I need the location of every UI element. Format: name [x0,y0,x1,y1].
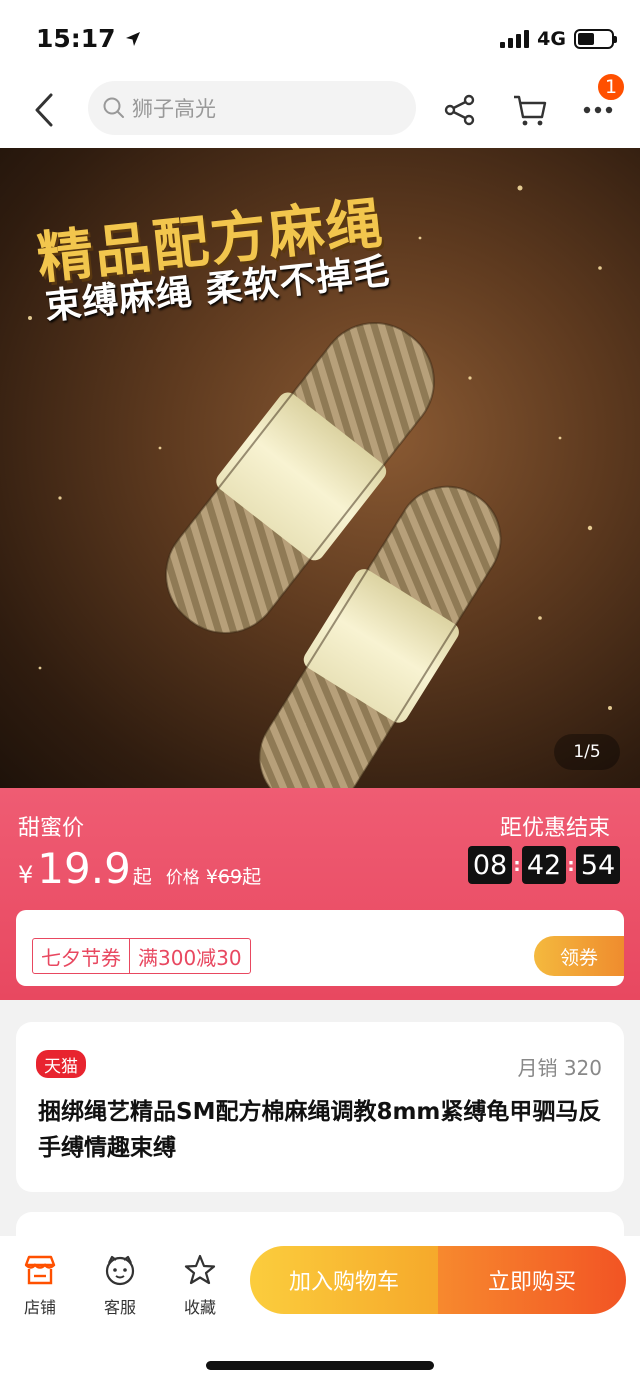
more-button[interactable]: 1 [578,72,626,130]
price-label: 甜蜜价 [18,816,85,841]
notification-badge: 1 [596,72,626,102]
tmall-badge: 天猫 [36,1050,86,1078]
buy-now-button[interactable]: 立即购买 [438,1246,626,1314]
countdown-minutes: 42 [522,846,566,884]
search-placeholder: 狮子高光 [132,97,216,121]
search-input[interactable]: 狮子高光 [88,81,416,135]
favorite-tab[interactable]: 收藏 [169,1252,231,1318]
back-icon [35,93,53,127]
signal-icon [500,30,530,48]
search-icon [103,97,124,118]
star-icon [182,1252,218,1288]
countdown-timer: 08 : 42 : 54 [468,846,620,884]
coupon-rule: 满300减30 [138,945,242,970]
price-row: ¥ 19.9 起 价格 ¥69起 [18,844,262,893]
product-image-carousel[interactable]: 精品配方麻绳 束缚麻绳 柔软不掉毛 1/5 [0,148,640,788]
claim-coupon-button[interactable]: 领券 [534,936,624,976]
price-panel: 甜蜜价 ¥ 19.9 起 价格 ¥69起 距优惠结束 08 : 42 : 54 … [0,788,640,1000]
countdown-hours: 08 [468,846,512,884]
battery-icon [574,29,617,49]
status-time: 15:17 [36,24,142,53]
current-price: 19.9 [37,844,131,893]
original-price: ¥69起 [205,866,262,888]
share-button[interactable] [440,90,480,130]
coupon-name: 七夕节券 [41,945,121,970]
customer-service-tab[interactable]: 客服 [89,1252,151,1318]
more-icon [583,106,613,114]
coupon-tag[interactable]: 七夕节券 满300减30 [32,938,251,974]
countdown-label: 距优惠结束 [499,816,610,841]
cart-button[interactable] [510,90,550,130]
status-bar: 15:17 4G [0,0,640,78]
store-icon [22,1252,58,1288]
store-tab[interactable]: 店铺 [9,1252,71,1318]
cart-icon [514,95,547,126]
home-indicator[interactable] [206,1361,434,1370]
rope-bundle-illustration [165,322,502,788]
product-title: 捆绑绳艺精品SM配方棉麻绳调教8mm紧缚龟甲驷马反手缚情趣束缚 [38,1099,602,1161]
share-icon [444,94,475,126]
customer-service-icon [102,1252,138,1288]
coupon-card: 七夕节券 满300减30 领券 [16,910,624,986]
location-arrow-icon [126,32,141,46]
countdown-seconds: 54 [576,846,620,884]
back-button[interactable] [26,90,62,130]
network-label: 4G [537,28,566,50]
image-counter: 1/5 [554,734,620,770]
monthly-sales: 月销 320 [517,1056,602,1080]
nav-bar: 狮子高光 1 [0,72,640,148]
product-info-card: 天猫 月销 320 捆绑绳艺精品SM配方棉麻绳调教8mm紧缚龟甲驷马反手缚情趣束… [16,1022,624,1192]
add-to-cart-button[interactable]: 加入购物车 [250,1246,438,1314]
